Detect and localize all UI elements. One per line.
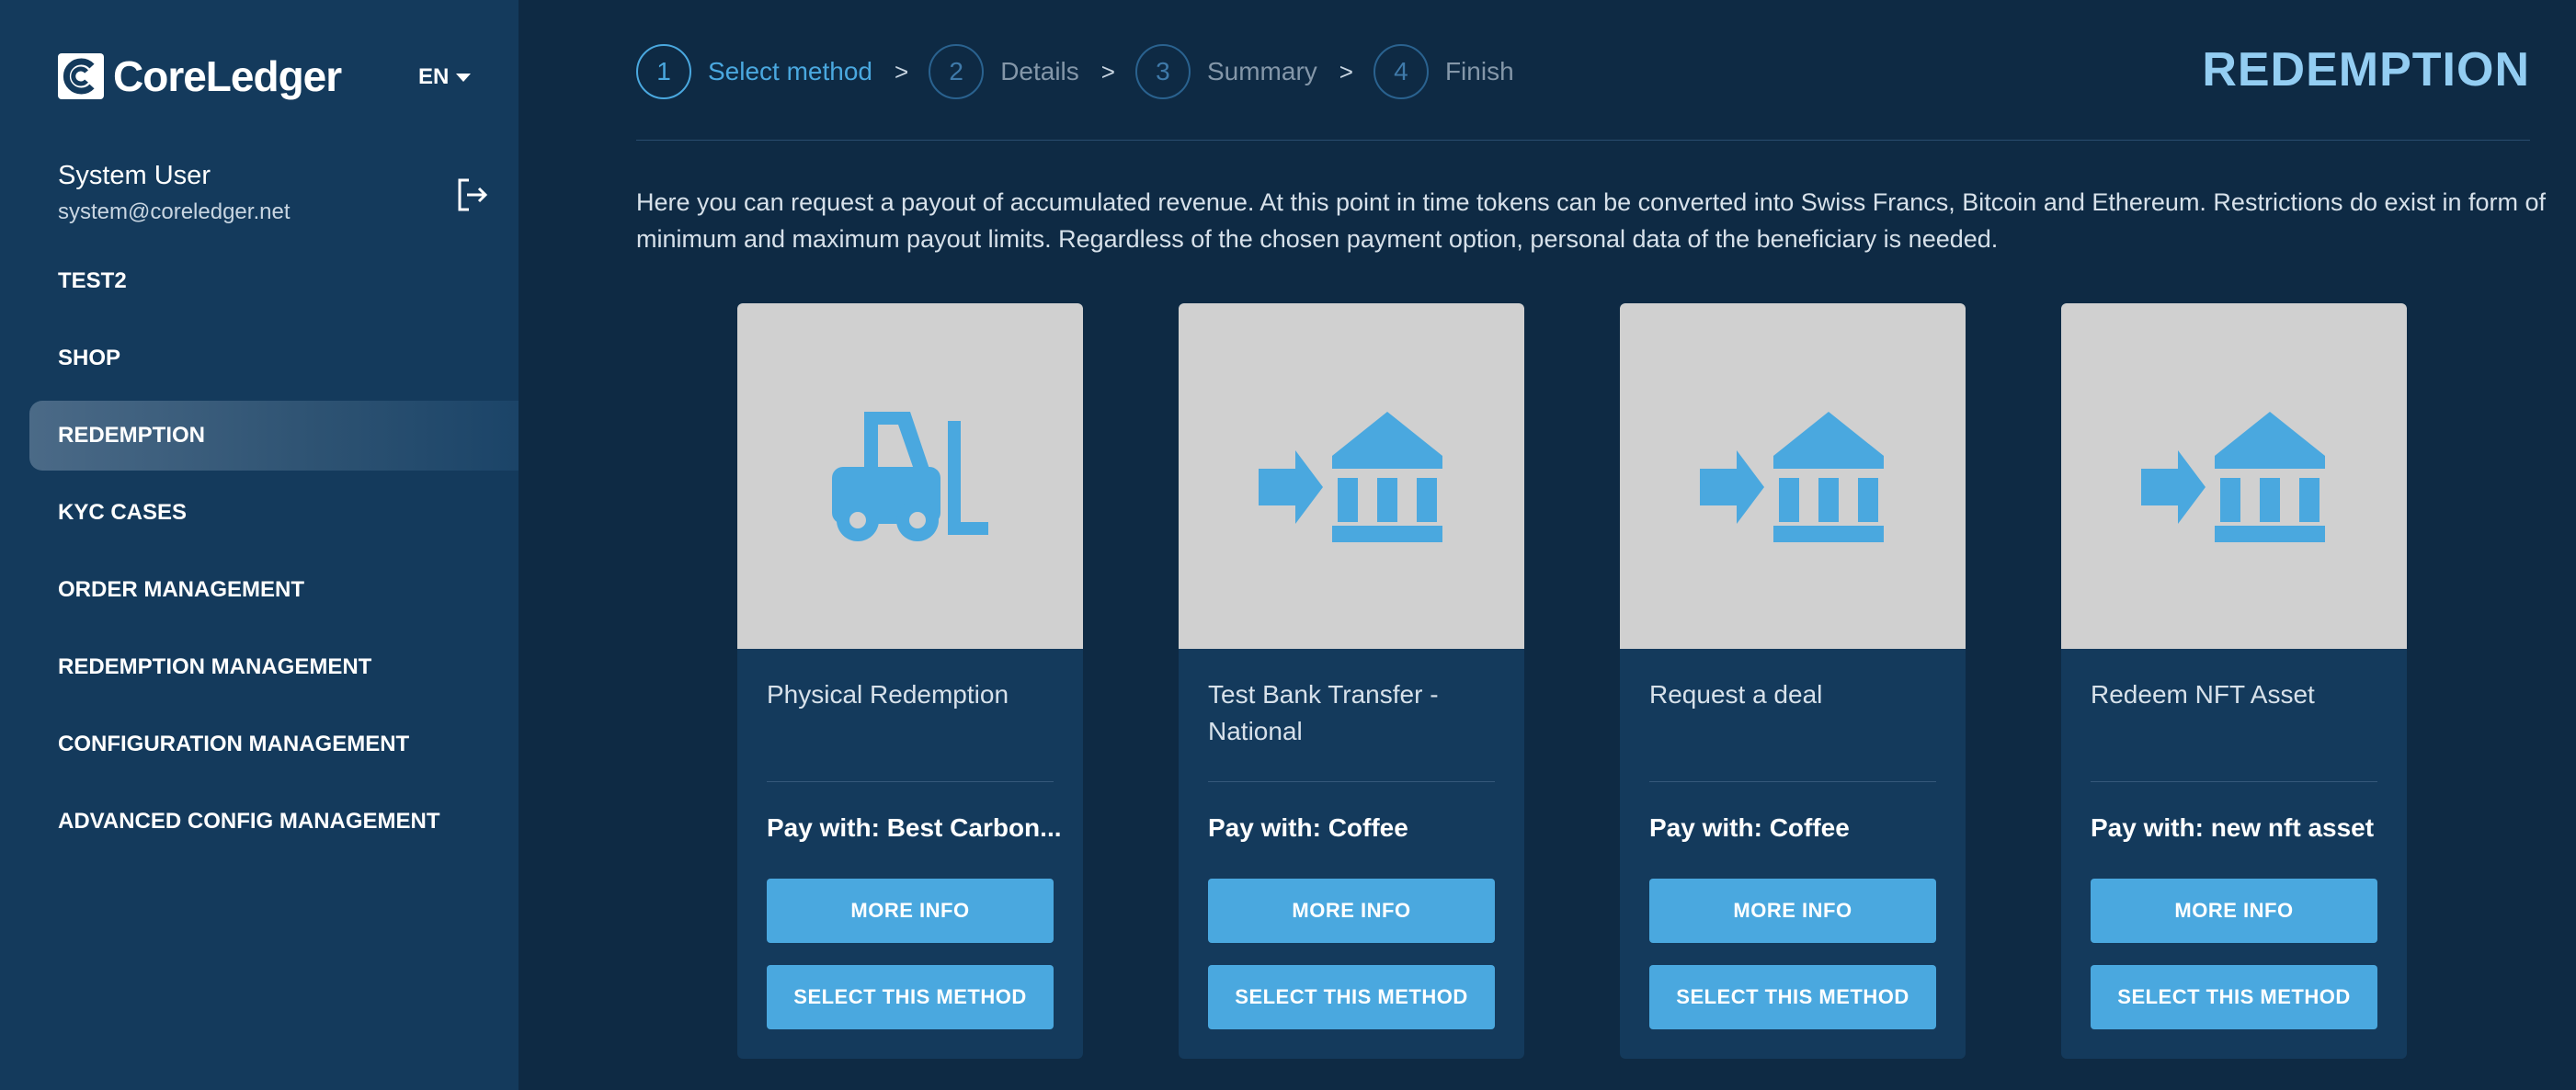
step-separator: >	[895, 57, 909, 85]
sidebar-item-label: ORDER MANAGEMENT	[58, 577, 304, 602]
sidebar: CoreLedger EN System User system@coreled…	[0, 0, 519, 1090]
card-divider	[1208, 781, 1495, 782]
method-pay-with: Pay with: Coffee	[1208, 813, 1408, 842]
card-divider	[1649, 781, 1936, 782]
step-number: 1	[636, 44, 691, 99]
method-pay-with: Pay with: Coffee	[1649, 813, 1850, 842]
logout-icon[interactable]	[454, 176, 491, 213]
page-title: REDEMPTION	[2202, 43, 2530, 97]
sidebar-nav: TEST2 SHOP REDEMPTION KYC CASES ORDER MA…	[29, 246, 519, 864]
method-card: Request a deal Pay with: Coffee MORE INF…	[1620, 303, 1966, 1059]
bank-transfer-icon	[1700, 412, 1884, 542]
method-title: Request a deal	[1649, 680, 1823, 709]
sidebar-item-configuration-management[interactable]: CONFIGURATION MANAGEMENT	[29, 710, 519, 779]
caret-down-icon	[456, 73, 472, 82]
card-divider	[767, 781, 1054, 782]
logo[interactable]: CoreLedger	[58, 51, 342, 101]
method-card: Redeem NFT Asset Pay with: new nft asset…	[2061, 303, 2407, 1059]
sidebar-item-test2[interactable]: TEST2	[29, 246, 519, 316]
sidebar-item-label: ADVANCED CONFIG MANAGEMENT	[58, 809, 440, 834]
select-method-button[interactable]: SELECT THIS METHOD	[767, 965, 1054, 1029]
more-info-button[interactable]: MORE INFO	[1208, 879, 1495, 943]
more-info-button[interactable]: MORE INFO	[1649, 879, 1936, 943]
method-card: Test Bank Transfer - National Pay with: …	[1179, 303, 1524, 1059]
bank-transfer-icon	[2141, 412, 2325, 542]
method-title: Test Bank Transfer - National	[1208, 680, 1439, 745]
select-method-button[interactable]: SELECT THIS METHOD	[1649, 965, 1936, 1029]
bank-transfer-icon	[1259, 412, 1442, 542]
language-label: EN	[418, 64, 450, 89]
step-separator: >	[1100, 57, 1115, 85]
sidebar-item-label: CONFIGURATION MANAGEMENT	[58, 732, 410, 756]
user-email: system@coreledger.net	[58, 199, 291, 224]
step-finish: 4 Finish	[1373, 44, 1514, 99]
sidebar-item-label: TEST2	[58, 268, 127, 293]
user-name: System User	[58, 161, 211, 190]
method-card: Physical Redemption Pay with: Best Carbo…	[737, 303, 1083, 1059]
sidebar-item-redemption[interactable]: REDEMPTION	[29, 401, 519, 471]
forklift-icon	[832, 412, 988, 541]
divider	[636, 140, 2530, 141]
step-details: 2 Details	[929, 44, 1079, 99]
method-title: Redeem NFT Asset	[2091, 680, 2315, 709]
select-method-button[interactable]: SELECT THIS METHOD	[1208, 965, 1495, 1029]
more-info-button[interactable]: MORE INFO	[2091, 879, 2377, 943]
step-summary: 3 Summary	[1134, 44, 1317, 99]
step-label: Finish	[1444, 57, 1514, 85]
sidebar-item-order-management[interactable]: ORDER MANAGEMENT	[29, 555, 519, 625]
card-divider	[2091, 781, 2377, 782]
method-image	[1620, 303, 1966, 649]
step-label: Summary	[1206, 57, 1317, 85]
step-label: Details	[1000, 57, 1079, 85]
method-pay-with: Pay with: new nft asset	[2091, 813, 2375, 842]
method-image	[2061, 303, 2407, 649]
intro-text: Here you can request a payout of accumul…	[636, 188, 2547, 253]
language-selector[interactable]: EN	[418, 64, 472, 90]
select-method-button[interactable]: SELECT THIS METHOD	[2091, 965, 2377, 1029]
step-select-method: 1 Select method	[636, 44, 872, 99]
sidebar-item-shop[interactable]: SHOP	[29, 324, 519, 393]
step-number: 4	[1373, 44, 1429, 99]
step-number: 3	[1134, 44, 1191, 99]
step-number: 2	[929, 44, 985, 99]
sidebar-item-advanced-config-management[interactable]: ADVANCED CONFIG MANAGEMENT	[29, 787, 519, 857]
method-title: Physical Redemption	[767, 680, 1009, 709]
sidebar-item-redemption-management[interactable]: REDEMPTION MANAGEMENT	[29, 632, 519, 702]
sidebar-item-label: SHOP	[58, 346, 121, 370]
stepper: 1 Select method > 2 Details > 3 Summary …	[636, 44, 1514, 99]
sidebar-item-kyc-cases[interactable]: KYC CASES	[29, 478, 519, 548]
sidebar-item-label: REDEMPTION	[58, 423, 206, 448]
brand-name: CoreLedger	[113, 52, 342, 100]
step-separator: >	[1339, 57, 1353, 85]
sidebar-item-label: KYC CASES	[58, 500, 188, 525]
method-image	[1179, 303, 1524, 649]
step-label: Select method	[708, 57, 872, 85]
more-info-button[interactable]: MORE INFO	[767, 879, 1054, 943]
method-pay-with: Pay with: Best Carbon...	[767, 813, 1061, 842]
sidebar-item-label: REDEMPTION MANAGEMENT	[58, 654, 372, 679]
method-image	[737, 303, 1083, 649]
coreledger-logo-icon	[58, 53, 104, 99]
